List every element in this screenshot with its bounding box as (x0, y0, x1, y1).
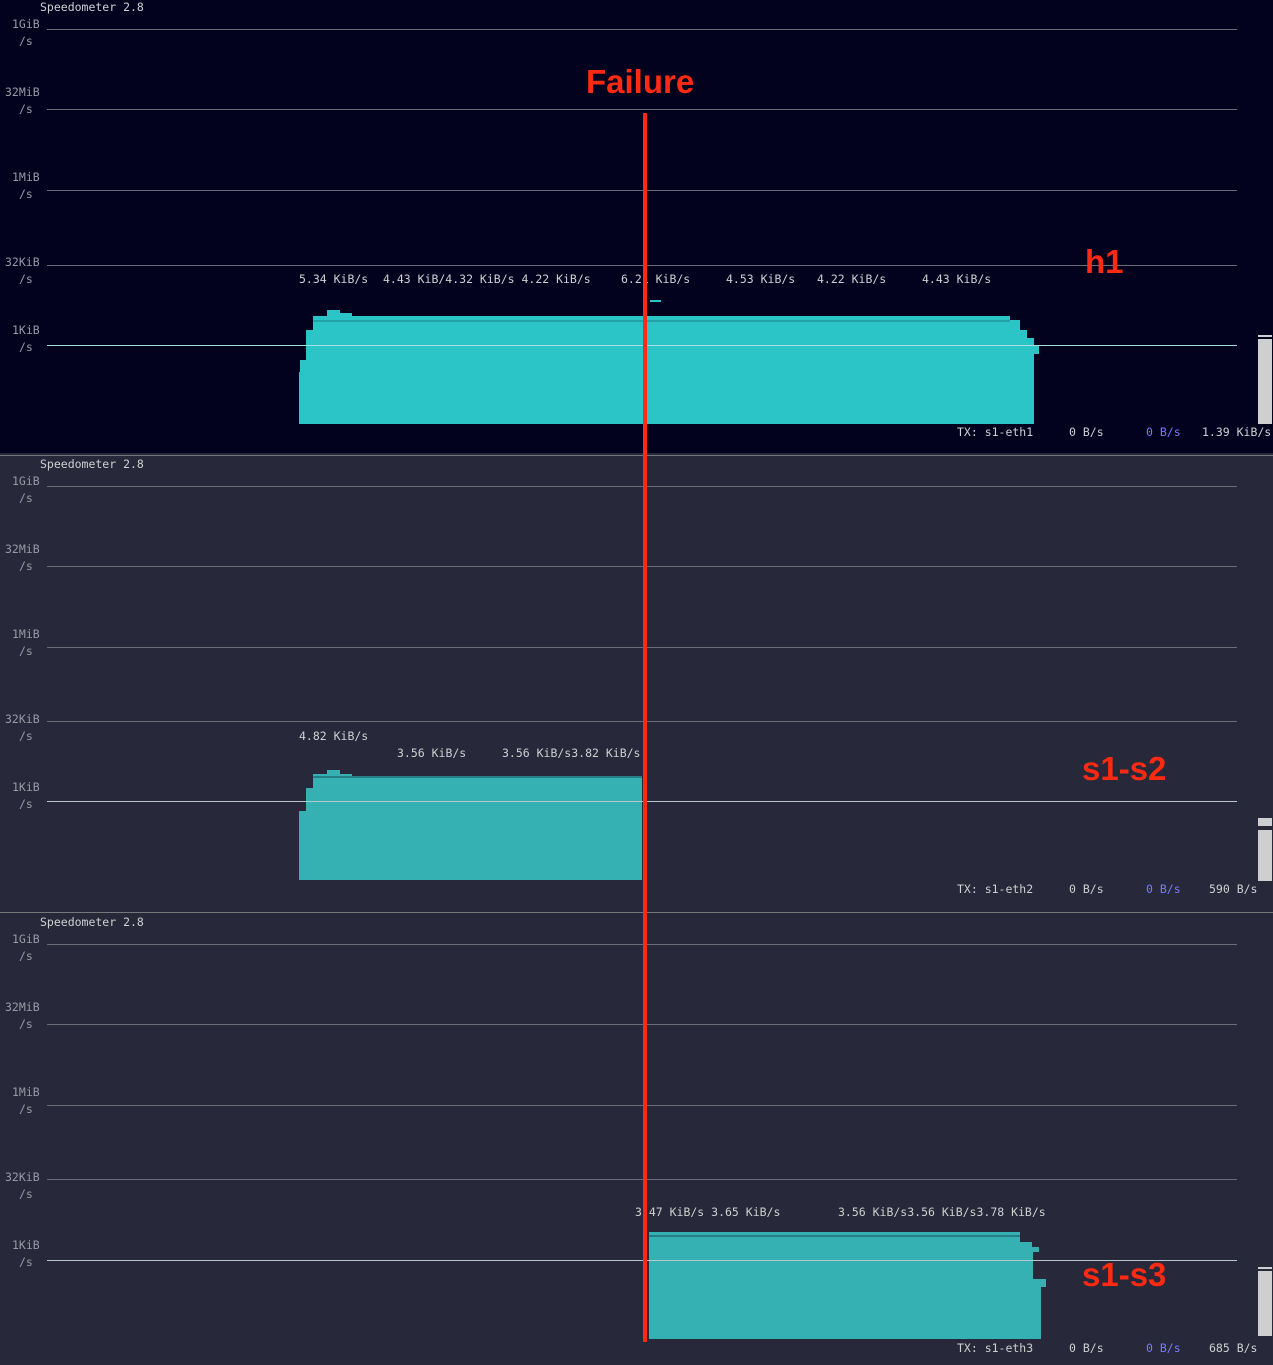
speedometer-panel-s1-s2: Speedometer 2.8 1GiB /s 32MiB /s 1MiB /s… (0, 455, 1273, 911)
gridline (47, 801, 1237, 802)
rate-label: 6.21 KiB/s (621, 272, 691, 286)
interface-label: TX: s1-eth2 (957, 882, 1034, 896)
average-rate: 590 B/s (1209, 882, 1258, 896)
interface-label: TX: s1-eth1 (957, 425, 1034, 439)
scrollbar-cap (1258, 818, 1272, 826)
scrollbar[interactable] (1258, 830, 1272, 881)
rate-label: 3.56 KiB/s3.56 KiB/s3.78 KiB/s (838, 1205, 1046, 1219)
current-rate: 0 B/s (1069, 1341, 1104, 1355)
rx-rate: 0 B/s (1146, 882, 1181, 896)
rx-rate: 0 B/s (1146, 425, 1181, 439)
gridline (47, 1260, 1237, 1261)
annotation-s1-s3: s1-s3 (1082, 1256, 1167, 1293)
rate-label: 4.82 KiB/s (299, 729, 369, 743)
current-rate: 0 B/s (1069, 425, 1104, 439)
rate-label: 4.43 KiB/4.32 KiB/s 4.22 KiB/s (383, 272, 591, 286)
scrollbar[interactable] (1258, 1271, 1272, 1336)
throughput-area (299, 770, 642, 880)
gridline (47, 345, 1237, 346)
scrollbar-cap (1258, 335, 1272, 337)
rx-rate: 0 B/s (1146, 1341, 1181, 1355)
rate-label: 4.43 KiB/s (922, 272, 992, 286)
rate-label: 5.34 KiB/s (299, 272, 369, 286)
scrollbar-cap (1258, 1267, 1272, 1269)
rate-label: 3.56 KiB/s3.82 KiB/s (502, 746, 641, 760)
rate-label: 3.47 KiB/s 3.65 KiB/s (635, 1205, 781, 1219)
rate-label: 4.22 KiB/s (817, 272, 887, 286)
current-rate: 0 B/s (1069, 882, 1104, 896)
scrollbar[interactable] (1258, 339, 1272, 424)
rate-label: 4.53 KiB/s (726, 272, 796, 286)
annotation-failure: Failure (586, 63, 695, 100)
average-rate: 685 B/s (1209, 1341, 1258, 1355)
speedometer-panel-s1-s3: Speedometer 2.8 1GiB /s 32MiB /s 1MiB /s… (0, 912, 1273, 1365)
throughput-area (649, 1232, 1046, 1339)
failure-marker-line (643, 113, 647, 1342)
rate-label: 3.56 KiB/s (397, 746, 467, 760)
average-rate: 1.39 KiB/s (1202, 425, 1272, 439)
interface-label: TX: s1-eth3 (957, 1341, 1034, 1355)
annotation-h1: h1 (1085, 243, 1124, 280)
annotation-s1-s2: s1-s2 (1082, 750, 1167, 787)
